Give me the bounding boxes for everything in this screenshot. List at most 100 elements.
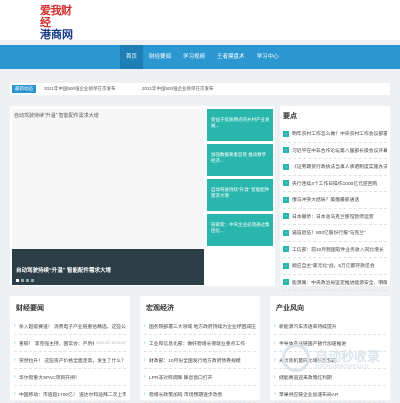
list-item-text: 工信部：前10月我国软件业务收入同比增长 (292, 247, 384, 253)
list-item-text: 稳增长政策加码 市场预期逐步改善 (149, 392, 223, 398)
list-item[interactable]: › 华尔街重大SPAC项目开闸！ (14, 369, 126, 386)
list-item[interactable]: › 新能源汽车渗透率持续提升 (274, 318, 386, 335)
column-list: › 国务院部署三大领域 地方政府持续为企业纾困减压 › 工业和信息化部：做好稳增长保… (144, 318, 256, 403)
list-item[interactable]: › 顺应自主“美元化”战，5万亿都存款还会 (283, 258, 387, 275)
featured-thumb[interactable]: 加强数据要素监管 推动数字经济... (207, 144, 273, 176)
main-nav: 首页 财经要闻 学习视频 王者摸盘术 学习中心 (0, 45, 400, 69)
list-item-text: 习近平在中非合作论坛第八届部长级会议开幕式 (292, 148, 387, 154)
thumb-title: 受益于优质网点的乡村产业发展... (211, 117, 270, 128)
list-item[interactable]: › LPR非对称调降 降息窗口打开 (144, 369, 256, 386)
hot-topics-panel: 要点 › 明年农村工作怎么做？中央农村工作会议部署 › 习近平在中非合作论坛第八届部… (280, 106, 390, 291)
list-item-text: 《证券期货行政执法当事人承诺制度实施办法》 (292, 165, 387, 171)
list-item-text: 华尔街重大SPAC项目开闸！ (19, 375, 80, 381)
featured-thumb[interactable]: 链家新：中央企业必须通过集团化... (207, 214, 273, 246)
hero-caption[interactable]: 自动驾驶持续“升温” 智能配件需求大增 (16, 266, 111, 274)
thumb-title: 加强数据要素监管 推动数字经济... (211, 152, 267, 163)
watermark-text: 自动秒收录 (315, 349, 381, 364)
hot-topics-list: › 明年农村工作怎么做？中央农村工作会议部署 › 习近平在中非合作论坛第八届部长级会… (283, 126, 387, 291)
finance-news-column: 财经要闻 › 杀入超级赛道！ 消费电子产业链重估精选，这些公司 › 重磅！ 李克强主… (10, 296, 130, 403)
column-title[interactable]: 宏观经济 (146, 303, 174, 313)
list-item[interactable]: › 工业和信息化部：做好稳增长保就业重点工作 (144, 335, 256, 352)
list-item[interactable]: › 国务院部署三大领域 地方政府持续为企业纾困减压 (144, 318, 256, 335)
site-logo[interactable]: 爱我财经 港商网 (40, 5, 80, 41)
list-item-text: 能源属：中央政治局坚定推进能源安全、明确能源 (292, 280, 387, 286)
column-title[interactable]: 产业风向 (276, 303, 304, 313)
list-item[interactable]: › 央行连续4个工作日操作1000亿元逆回购 (283, 176, 387, 192)
hero-image-alt: 自动驾驶持续“升温” 智能配件需求大增 (14, 113, 99, 119)
list-item[interactable]: › 能源属：中央政治局坚定推进能源安全、明确能源 (283, 275, 387, 291)
featured-thumb[interactable]: 自动驾驶持续“升温” 智能配件需求大增 (207, 179, 273, 211)
bullet-icon: › (283, 163, 289, 170)
carousel-dot[interactable] (21, 279, 24, 282)
list-item-text: 国务院部署三大领域 地方政府持续为企业纾困减压 (149, 324, 256, 330)
bullet-icon: › (283, 262, 289, 269)
list-item-text: 俄乌冲突大结局？美俄最新通话 (292, 198, 360, 204)
nav-item-finance-news[interactable]: 财经要闻 (143, 45, 177, 69)
list-item-text: 新能源汽车渗透率持续提升 (279, 324, 337, 330)
list-item[interactable]: › 习近平在中非合作论坛第八届部长级会议开幕式 (283, 143, 387, 159)
bullet-icon: › (283, 180, 289, 187)
list-item-text: 突然拉升！ 这些资产价格全面走高，发生了什么？ (19, 358, 126, 364)
list-item[interactable]: › 逼迫退伍！800亿股份行报“乌克兰” (283, 225, 387, 242)
list-item-text: 中国移动：市值超1700亿！ 道达尔和迪拜二次上市 (19, 392, 126, 398)
ticker-item[interactable]: 2021年中国500强企业榜单在京发布 (142, 83, 214, 95)
featured-thumb[interactable]: 受益于优质网点的乡村产业发展... (207, 109, 273, 141)
nav-item-learning[interactable]: 学习中心 (251, 45, 285, 69)
carousel-dot[interactable] (31, 279, 34, 282)
list-item-text: 逼迫退伍！800亿股份行报“乌克兰” (292, 231, 366, 237)
macro-economy-column: 宏观经济 › 国务院部署三大领域 地方政府持续为企业纾困减压 › 工业和信息化部：做… (140, 296, 260, 403)
list-item[interactable]: › 稳增长政策加码 市场预期逐步改善 (144, 386, 256, 403)
hot-topics-title: 要点 (283, 113, 297, 120)
hero-caption-bar: 自动驾驶持续“升温” 智能配件需求大增 (12, 249, 204, 285)
carousel-dots (16, 279, 34, 282)
ticker-item[interactable]: 2021年中国500强企业榜单在京发布 (44, 83, 116, 95)
thumb-title: 自动驾驶持续“升温” 智能配件需求大增 (211, 187, 270, 198)
list-item[interactable]: › 苹果供应链企业加速布局AR (274, 386, 386, 403)
logo-top-text: 爱我财经 (40, 5, 72, 29)
bullet-icon: › (283, 147, 289, 154)
list-item[interactable]: › 杀入超级赛道！ 消费电子产业链重估精选，这些公司 (14, 318, 126, 335)
hero-slide[interactable]: 自动驾驶持续“升温” 智能配件需求大增 自动驾驶持续“升温” 智能配件需求大增 (12, 109, 204, 285)
carousel-dot[interactable] (26, 279, 29, 282)
bullet-icon: › (283, 130, 289, 137)
news-ticker: 最新动态 2021年中国500强企业榜单在京发布 2021年中国500强企业榜单… (10, 83, 390, 95)
list-item-text: 央行连续4个工作日操作1000亿元逆回购 (292, 181, 378, 187)
nav-item-trading[interactable]: 王者摸盘术 (211, 45, 251, 69)
bullet-icon: › (283, 213, 289, 220)
bullet-icon: › (283, 229, 289, 236)
list-item-text: 杀入超级赛道！ 消费电子产业链重估精选，这些公司 (19, 324, 126, 330)
nav-item-home[interactable]: 首页 (120, 45, 144, 69)
list-item-text: 工业和信息化部：做好稳增长保就业重点工作 (149, 341, 245, 347)
list-item-text: 财政部：10月份全国发行地方政府债券规模 (149, 358, 241, 364)
list-item[interactable]: › 日本撤侨：日本驻乌克兰使馆暂停运营 (283, 209, 387, 225)
list-item-text: 顺应自主“美元化”战，5万亿都存款还会 (292, 264, 375, 270)
list-item[interactable]: › 中国移动：市值超1700亿！ 道达尔和迪拜二次上市 (14, 386, 126, 403)
watermark-logo: 自动秒收录 ZIDONGMIAOSHOULU (282, 342, 400, 378)
list-item-text: 日本撤侨：日本驻乌克兰使馆暂停运营 (292, 214, 374, 220)
list-item[interactable]: › 明年农村工作怎么做？中央农村工作会议部署 (283, 126, 387, 143)
ticker-label: 最新动态 (12, 85, 36, 93)
list-item-text: 苹果供应链企业加速布局AR (279, 392, 339, 398)
list-item[interactable]: › 《证券期货行政执法当事人承诺制度实施办法》 (283, 159, 387, 176)
site-header: 爱我财经 港商网 (0, 0, 400, 41)
list-item-date: 2022-07-15 20:47 (96, 341, 126, 345)
bullet-icon: › (283, 246, 289, 253)
bullet-icon: › (283, 279, 289, 286)
column-title[interactable]: 财经要闻 (16, 303, 44, 313)
list-item[interactable]: › 俄乌冲突大结局？美俄最新通话 (283, 192, 387, 209)
list-item-text: LPR非对称调降 降息窗口打开 (149, 375, 213, 381)
carousel-dot[interactable] (16, 279, 19, 282)
watermark-subtext: ZIDONGMIAOSHOULU (315, 364, 369, 370)
list-item-text: 明年农村工作怎么做？中央农村工作会议部署 (292, 132, 387, 138)
nav-item-videos[interactable]: 学习视频 (177, 45, 211, 69)
logo-bottom-text: 港商网 (40, 29, 73, 41)
column-list: › 杀入超级赛道！ 消费电子产业链重估精选，这些公司 › 重磅！ 李克强主持，国常会… (14, 318, 126, 403)
list-item[interactable]: › 财政部：10月份全国发行地方政府债券规模 (144, 352, 256, 369)
list-item[interactable]: › 突然拉升！ 这些资产价格全面走高，发生了什么？ (14, 352, 126, 369)
thumb-title: 链家新：中央企业必须通过集团化... (211, 222, 270, 233)
bullet-icon: › (283, 196, 289, 203)
list-item[interactable]: › 工信部：前10月我国软件业务收入同比增长 (283, 242, 387, 258)
watermark-circle-icon (282, 344, 310, 372)
list-item[interactable]: ›重磅！ 李克强主持，国常会：严厉打击资本无序扩张2022-07-15 20:4… (14, 335, 126, 352)
featured-section: 自动驾驶持续“升温” 智能配件需求大增 自动驾驶持续“升温” 智能配件需求大增 … (10, 106, 275, 286)
